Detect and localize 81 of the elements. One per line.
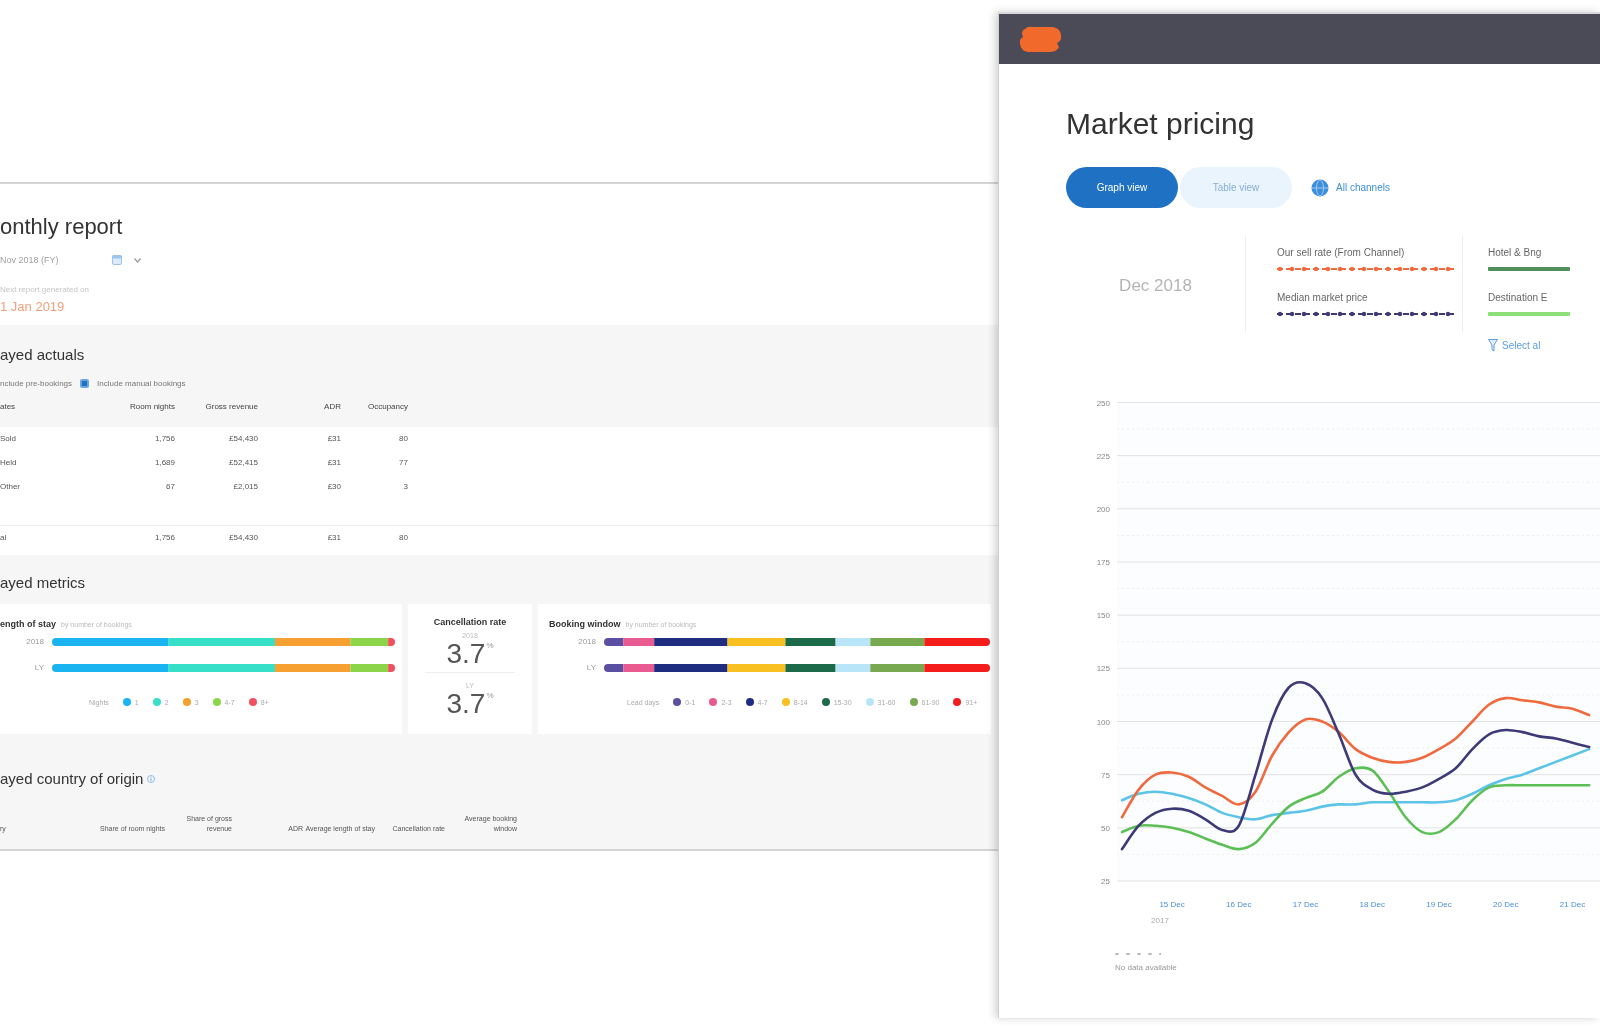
year-label: 2017 — [1151, 916, 1169, 925]
axis-label: 125 — [1096, 664, 1110, 674]
card-title: ength of stay — [0, 619, 56, 629]
bar-label: 2018 — [578, 637, 596, 647]
page-title: Market pricing — [1066, 106, 1255, 142]
axis-label: 100 — [1096, 717, 1110, 727]
info-icon[interactable] — [147, 775, 156, 783]
axis-label: 18 Dec — [1359, 900, 1385, 909]
axis-label: 75 — [1101, 770, 1110, 780]
axis-label: 200 — [1096, 504, 1110, 514]
axis-label: 50 — [1101, 823, 1110, 833]
chevron-icon[interactable] — [134, 257, 141, 263]
calendar-icon — [112, 255, 122, 265]
column-header: ADR — [323, 401, 341, 413]
axis-label: 17 Dec — [1292, 900, 1319, 909]
total-cell-text: 1,756 — [153, 532, 175, 544]
total-cell-text: al — [0, 532, 8, 544]
axis-label: 250 — [1096, 398, 1110, 408]
unit-label: % — [486, 690, 494, 702]
section-heading: ayed actuals — [0, 345, 85, 365]
column-header: Room nights — [129, 401, 175, 413]
dotted-line-icon — [1115, 952, 1161, 956]
period-label: Nov 2018 (FY) — [0, 255, 59, 265]
table-cell-text: £54,430 — [228, 433, 258, 445]
axis-label: 150 — [1096, 611, 1110, 621]
logo-icon — [1019, 24, 1062, 54]
table-cell-text: £30 — [326, 481, 341, 493]
axis-label: 21 Dec — [1559, 900, 1586, 909]
total-cell-text: 80 — [398, 532, 408, 544]
filter-icon — [1488, 338, 1498, 352]
bar-label: 2018 — [26, 637, 44, 647]
legend-label: Median market price — [1277, 292, 1368, 304]
table-cell-text: Sold — [0, 433, 17, 445]
unit-label: % — [486, 640, 494, 652]
table-cell-text: 67 — [165, 481, 175, 493]
globe-icon — [1311, 178, 1329, 197]
card-title: Cancellation rate — [433, 616, 507, 628]
table-cell-text: 3 — [402, 481, 408, 493]
option-label: Include manual bookings — [97, 378, 186, 388]
column-header: ates — [0, 401, 17, 413]
checkbox[interactable] — [80, 378, 90, 388]
table-cell-text: 1,756 — [153, 433, 175, 445]
table-cell-text: Other — [0, 481, 21, 493]
month-label: Dec 2018 — [1119, 275, 1192, 296]
axis-label: 15 Dec — [1159, 900, 1185, 909]
view-tab[interactable]: Graph view — [1066, 167, 1178, 208]
table-cell-text: £52,415 — [228, 457, 258, 469]
table-cell-text: Held — [0, 457, 18, 469]
legend-label: Our sell rate (From Channel) — [1277, 247, 1405, 259]
section-heading: ayed metrics — [0, 573, 86, 593]
select-all-button[interactable]: Select al — [1488, 338, 1570, 352]
legend-label: Hotel & Bng — [1488, 247, 1542, 259]
card-title: Booking window — [549, 619, 621, 629]
table-cell-text: £31 — [326, 457, 341, 469]
axis-label: 25 — [1101, 877, 1110, 886]
table-cell-text: £2,015 — [232, 481, 258, 493]
report-title: onthly report — [0, 214, 123, 240]
axis-label: 16 Dec — [1226, 900, 1252, 909]
axis-label: 19 Dec — [1426, 900, 1452, 909]
option-label: nclude pre-bookings — [0, 378, 73, 388]
bar-label: LY — [586, 663, 596, 673]
table-cell-text: 1,689 — [153, 457, 175, 469]
axis-label: 225 — [1096, 451, 1110, 461]
axis-label: 20 Dec — [1493, 900, 1519, 909]
column-header: Occupancy — [366, 401, 408, 413]
total-cell-text: £31 — [326, 532, 341, 544]
table-cell-text: £31 — [326, 433, 341, 445]
no-data-label: No data available — [1115, 962, 1177, 974]
legend-label: Destination E — [1488, 292, 1548, 304]
rate-value: 3.7 — [446, 640, 486, 668]
table-cell-text: 80 — [398, 433, 408, 445]
table-cell-text: 77 — [398, 457, 408, 469]
column-header: Gross revenue — [204, 401, 258, 413]
view-tab[interactable]: Table view — [1180, 167, 1292, 208]
rate-value: 3.7 — [446, 690, 486, 718]
total-cell-text: £54,430 — [228, 532, 258, 544]
bar-label: LY — [34, 663, 44, 673]
channels-link[interactable]: All channels — [1311, 178, 1390, 197]
schedule-date: 1 Jan 2019 — [0, 299, 65, 315]
section-heading: ayed country of origin — [0, 769, 144, 789]
axis-label: 175 — [1096, 558, 1110, 567]
